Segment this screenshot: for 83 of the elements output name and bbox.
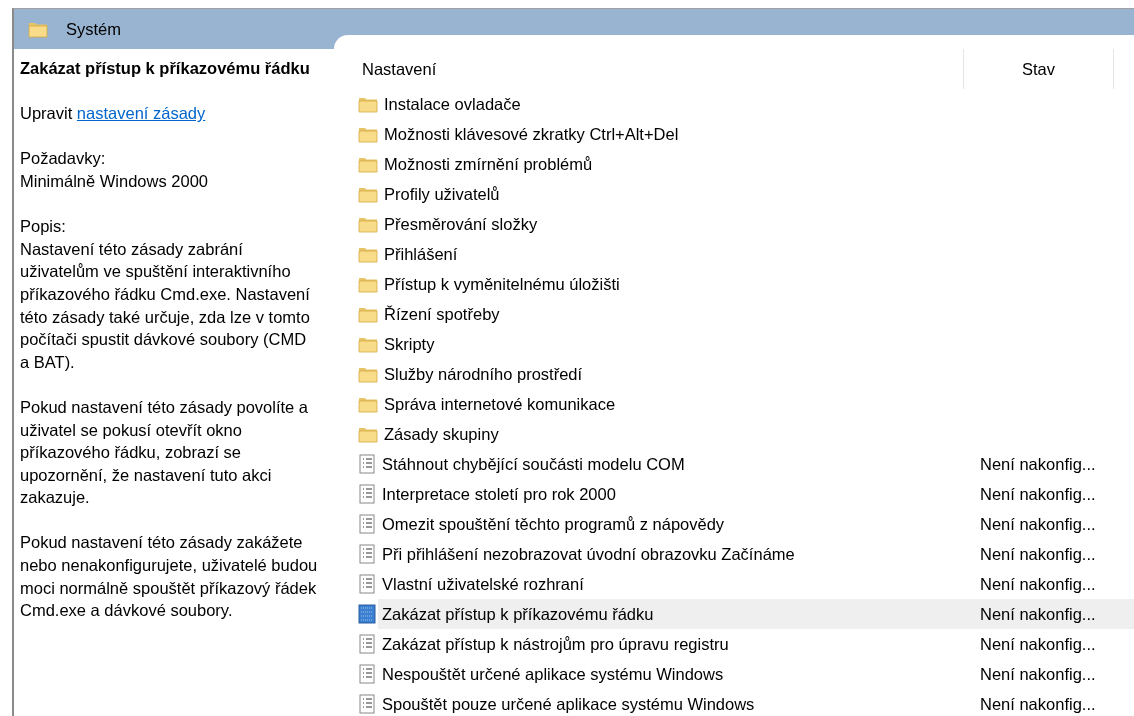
setting-name: Instalace ovladače (384, 93, 521, 115)
status-text: Není nakonfig... (980, 543, 1096, 565)
document-icon (358, 604, 376, 624)
table-row[interactable]: Profily uživatelů (354, 179, 1134, 209)
setting-name: Přesměrování složky (384, 213, 538, 235)
table-row[interactable]: Přesměrování složky (354, 209, 1134, 239)
table-row[interactable]: Služby národního prostředí (354, 359, 1134, 389)
requirements-label: Požadavky: (20, 148, 107, 170)
table-row[interactable]: Interpretace století pro rok 2000 Není nakonfig... (354, 479, 1134, 509)
setting-name: Zásady skupiny (384, 423, 499, 445)
table-row[interactable]: Při přihlášení nezobrazovat úvodní obrazovku Začínáme Není nakonfig... (354, 539, 1134, 569)
table-row[interactable]: Spouštět pouze určené aplikace systému Windows Není nakonfig... (354, 689, 1134, 716)
table-row[interactable]: Skripty (354, 329, 1134, 359)
folder-icon (358, 245, 378, 263)
setting-name: Přihlášení (384, 243, 458, 265)
setting-name: Možnosti zmírnění problémů (384, 153, 593, 175)
document-icon (358, 544, 376, 564)
column-header[interactable]: Nastavení (354, 49, 964, 89)
folder-icon (358, 95, 378, 113)
description-paragraph: Pokud nastavení této zásady zakážete nebo nenakonfigurujete, uživatelé budou moci normálně spouštět příkazový řádek Cmd.exe a dávkové soubory. (20, 532, 318, 622)
status-text: Není nakonfig... (980, 603, 1096, 625)
column-header[interactable]: Stav (964, 49, 1114, 89)
document-icon (358, 634, 376, 654)
table-row[interactable]: Stáhnout chybějící součásti modelu COM Není nakonfig... (354, 449, 1134, 479)
table-row[interactable]: Přihlášení (354, 239, 1134, 269)
setting-name: Spouštět pouze určené aplikace systému Windows (382, 693, 755, 715)
description-paragraph: Pokud nastavení této zásady povolíte a uživatel se pokusí otevřít okno příkazového řádku, zobrazí se upozornění, že nastavení tuto akci zakazuje. (20, 396, 310, 509)
table-row[interactable]: Vlastní uživatelské rozhraní Není nakonfig... (354, 569, 1134, 599)
setting-name: Možnosti klávesové zkratky Ctrl+Alt+Del (384, 123, 679, 145)
table-row[interactable]: Možnosti klávesové zkratky Ctrl+Alt+Del (354, 119, 1134, 149)
setting-name: Služby národního prostředí (384, 363, 583, 385)
document-icon (358, 454, 376, 474)
document-icon (358, 514, 376, 534)
setting-name: Správa internetové komunikace (384, 393, 616, 415)
folder-icon (358, 185, 378, 203)
document-icon (358, 664, 376, 684)
status-text: Není nakonfig... (980, 633, 1096, 655)
folder-icon (358, 395, 378, 413)
setting-name: Omezit spouštění těchto programů z nápovědy (382, 513, 725, 535)
document-icon (358, 484, 376, 504)
table-row[interactable]: Nespouštět určené aplikace systému Windows Není nakonfig... (354, 659, 1134, 689)
status-text: Není nakonfig... (980, 693, 1096, 715)
setting-name: Profily uživatelů (384, 183, 500, 205)
table-row[interactable]: Instalace ovladače (354, 89, 1134, 119)
folder-icon (358, 275, 378, 293)
folder-icon (358, 215, 378, 233)
table-row[interactable]: Přístup k vyměnitelnému úložišti (354, 269, 1134, 299)
policy-title: Zakázat přístup k příkazovému řádku (20, 58, 311, 79)
table-row[interactable]: Zakázat přístup k nástrojům pro úpravu registru Není nakonfig... (354, 629, 1134, 659)
folder-icon (28, 20, 48, 38)
folder-icon (358, 365, 378, 383)
requirements-text: Minimálně Windows 2000 (20, 170, 209, 192)
table-row[interactable]: Řízení spotřeby (354, 299, 1134, 329)
setting-name: Přístup k vyměnitelnému úložišti (384, 273, 620, 295)
header-title: Systém (66, 18, 121, 40)
table-row[interactable]: Možnosti zmírnění problémů (354, 149, 1134, 179)
folder-icon (358, 305, 378, 323)
setting-name: Řízení spotřeby (384, 303, 500, 325)
setting-name: Při přihlášení nezobrazovat úvodní obrazovku Začínáme (382, 543, 795, 565)
folder-icon (358, 155, 378, 173)
folder-icon (358, 125, 378, 143)
document-icon (358, 574, 376, 594)
table-row[interactable]: Správa internetové komunikace (354, 389, 1134, 419)
setting-name: Interpretace století pro rok 2000 (382, 483, 616, 505)
folder-icon (358, 335, 378, 353)
setting-name: Vlastní uživatelské rozhraní (382, 573, 584, 595)
setting-name: Zakázat přístup k nástrojům pro úpravu registru (382, 633, 729, 655)
status-text: Není nakonfig... (980, 483, 1096, 505)
table-row[interactable]: Omezit spouštění těchto programů z nápovědy Není nakonfig... (354, 509, 1134, 539)
status-text: Není nakonfig... (980, 573, 1096, 595)
description-label: Popis: (20, 216, 67, 238)
edit-link[interactable]: nastavení zásady (76, 104, 206, 123)
edit-label: Upravit (20, 104, 73, 123)
status-text: Není nakonfig... (980, 663, 1096, 685)
document-icon (358, 694, 376, 714)
setting-name: Nespouštět určené aplikace systému Windows (382, 663, 724, 685)
setting-name: Skripty (384, 333, 435, 355)
folder-icon (358, 425, 378, 443)
status-text: Není nakonfig... (980, 513, 1096, 535)
status-text: Není nakonfig... (980, 453, 1096, 475)
setting-name: Stáhnout chybějící součásti modelu COM (382, 453, 685, 475)
table-row[interactable]: Zásady skupiny (354, 419, 1134, 449)
description-paragraph: Nastavení této zásady zabrání uživatelům ve spuštění interaktivního příkazového řádku Cmd.exe. Nastavení této zásady také určuje, zda lze v tomto počítači spustit dávkové soubory (CMD a BAT). (20, 238, 311, 373)
